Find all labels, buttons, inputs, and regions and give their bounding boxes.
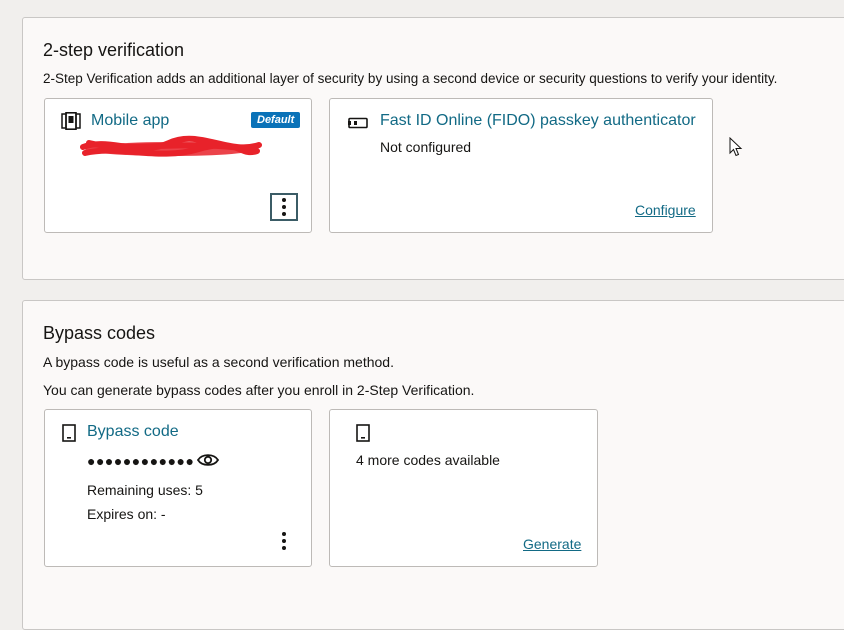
redacted-scribble — [80, 135, 262, 157]
generate-link[interactable]: Generate — [523, 536, 581, 552]
masked-bypass-code: ●●●●●●●●●●●● — [87, 453, 195, 469]
mobile-app-card: Mobile app Default — [44, 98, 312, 233]
show-code-eye-icon[interactable] — [197, 452, 219, 468]
two-step-verification-panel: 2-step verification 2-Step Verification … — [22, 17, 844, 280]
codes-available-text: 4 more codes available — [356, 452, 500, 468]
bypass-code-actions-menu[interactable] — [270, 527, 298, 555]
fido-card: Fast ID Online (FIDO) passkey authentica… — [329, 98, 713, 233]
bypass-code-card: Bypass code ●●●●●●●●●●●● Remaining uses:… — [44, 409, 312, 567]
mobile-app-icon — [61, 112, 81, 130]
generate-codes-card: 4 more codes available Generate — [329, 409, 598, 567]
mouse-cursor-icon — [729, 137, 743, 157]
bypass-description-2: You can generate bypass codes after you … — [43, 382, 475, 398]
two-step-title: 2-step verification — [43, 40, 185, 60]
device-icon — [62, 424, 76, 442]
bypass-description-1: A bypass code is useful as a second veri… — [43, 354, 394, 370]
default-badge: Default — [251, 112, 301, 128]
configure-link[interactable]: Configure — [635, 202, 696, 218]
fido-link[interactable]: Fast ID Online (FIDO) passkey authentica… — [380, 112, 696, 130]
mobile-app-link[interactable]: Mobile app — [91, 112, 169, 130]
mobile-app-actions-menu[interactable] — [270, 193, 298, 221]
bypass-code-link[interactable]: Bypass code — [87, 423, 179, 441]
bypass-title: Bypass codes — [43, 323, 156, 343]
remaining-uses: Remaining uses: 5 — [87, 482, 203, 498]
fido-status: Not configured — [380, 139, 472, 155]
device-icon — [356, 424, 370, 442]
security-key-icon — [348, 117, 368, 129]
expires-on: Expires on: - — [87, 506, 166, 522]
two-step-description: 2-Step Verification adds an additional l… — [43, 71, 778, 86]
bypass-codes-panel: Bypass codes A bypass code is useful as … — [22, 300, 844, 630]
